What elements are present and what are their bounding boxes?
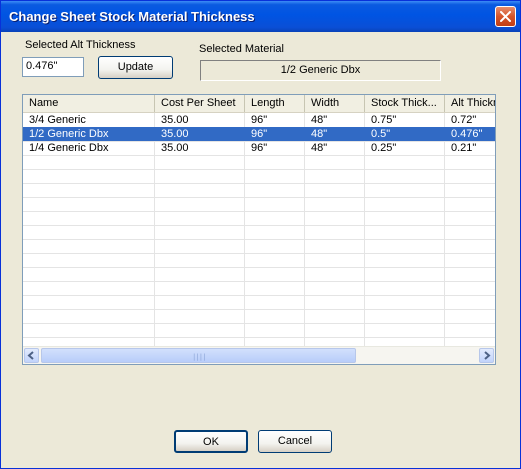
grid-header: Name Cost Per Sheet Length Width Stock T… <box>23 95 495 113</box>
grid-line <box>23 337 495 338</box>
grid-line <box>23 169 495 170</box>
cell-name: 1/2 Generic Dbx <box>29 128 109 140</box>
cell-stock-thickness: 0.5" <box>371 128 391 140</box>
cell-cost: 35.00 <box>161 114 189 126</box>
chevron-left-icon <box>27 351 34 360</box>
grid-line <box>23 239 495 240</box>
cell-cost: 35.00 <box>161 128 189 140</box>
grid-line <box>23 225 495 226</box>
cell-name: 3/4 Generic <box>29 114 86 126</box>
grid-line <box>23 197 495 198</box>
cell-length: 96" <box>251 142 268 154</box>
grid-line <box>23 323 495 324</box>
title-bar[interactable]: Change Sheet Stock Material Thickness <box>1 1 520 32</box>
table-row[interactable]: 1/4 Generic Dbx 35.00 96" 48" 0.25" 0.21… <box>23 141 495 155</box>
column-header-cost[interactable]: Cost Per Sheet <box>155 95 245 112</box>
column-header-name[interactable]: Name <box>23 95 155 112</box>
cell-width: 48" <box>311 114 328 126</box>
ok-button[interactable]: OK <box>174 430 248 453</box>
column-header-stock-thickness[interactable]: Stock Thick... <box>365 95 445 112</box>
cell-alt-thickness: 0.476" <box>451 128 483 140</box>
grid-line <box>23 295 495 296</box>
cell-name: 1/4 Generic Dbx <box>29 142 109 154</box>
cell-stock-thickness: 0.25" <box>371 142 397 154</box>
materials-grid[interactable]: Name Cost Per Sheet Length Width Stock T… <box>22 94 496 365</box>
alt-thickness-input[interactable]: 0.476" <box>22 57 84 77</box>
dialog-window: Change Sheet Stock Material Thickness Se… <box>0 0 521 469</box>
grid-line <box>23 309 495 310</box>
grid-line <box>23 281 495 282</box>
chevron-right-icon <box>484 351 491 360</box>
table-row-selected[interactable]: 1/2 Generic Dbx 35.00 96" 48" 0.5" 0.476… <box>23 127 495 141</box>
grid-line <box>23 267 495 268</box>
cell-width: 48" <box>311 142 328 154</box>
cell-length: 96" <box>251 128 268 140</box>
cell-alt-thickness: 0.72" <box>451 114 477 126</box>
grid-line <box>23 211 495 212</box>
grid-line <box>23 253 495 254</box>
column-header-width[interactable]: Width <box>305 95 365 112</box>
scroll-right-button[interactable] <box>479 348 494 363</box>
cell-alt-thickness: 0.21" <box>451 142 477 154</box>
selected-material-label: Selected Material <box>199 43 284 55</box>
grid-line <box>23 183 495 184</box>
cancel-button[interactable]: Cancel <box>258 430 332 453</box>
alt-thickness-label: Selected Alt Thickness <box>25 39 136 51</box>
close-icon <box>500 11 511 22</box>
update-button[interactable]: Update <box>98 56 173 79</box>
grip-icon: |||| <box>193 353 207 361</box>
scrollbar-thumb[interactable]: |||| <box>41 348 356 363</box>
horizontal-scrollbar[interactable]: |||| <box>23 346 495 364</box>
close-button[interactable] <box>495 6 516 27</box>
scroll-left-button[interactable] <box>24 348 39 363</box>
cell-cost: 35.00 <box>161 142 189 154</box>
column-header-length[interactable]: Length <box>245 95 305 112</box>
cell-width: 48" <box>311 128 328 140</box>
cell-length: 96" <box>251 114 268 126</box>
column-header-alt-thickness[interactable]: Alt Thickn <box>445 95 495 112</box>
table-row[interactable]: 3/4 Generic 35.00 96" 48" 0.75" 0.72" <box>23 113 495 127</box>
grid-line <box>23 155 495 156</box>
cell-stock-thickness: 0.75" <box>371 114 397 126</box>
window-title: Change Sheet Stock Material Thickness <box>9 9 255 24</box>
selected-material-field: 1/2 Generic Dbx <box>200 60 441 81</box>
